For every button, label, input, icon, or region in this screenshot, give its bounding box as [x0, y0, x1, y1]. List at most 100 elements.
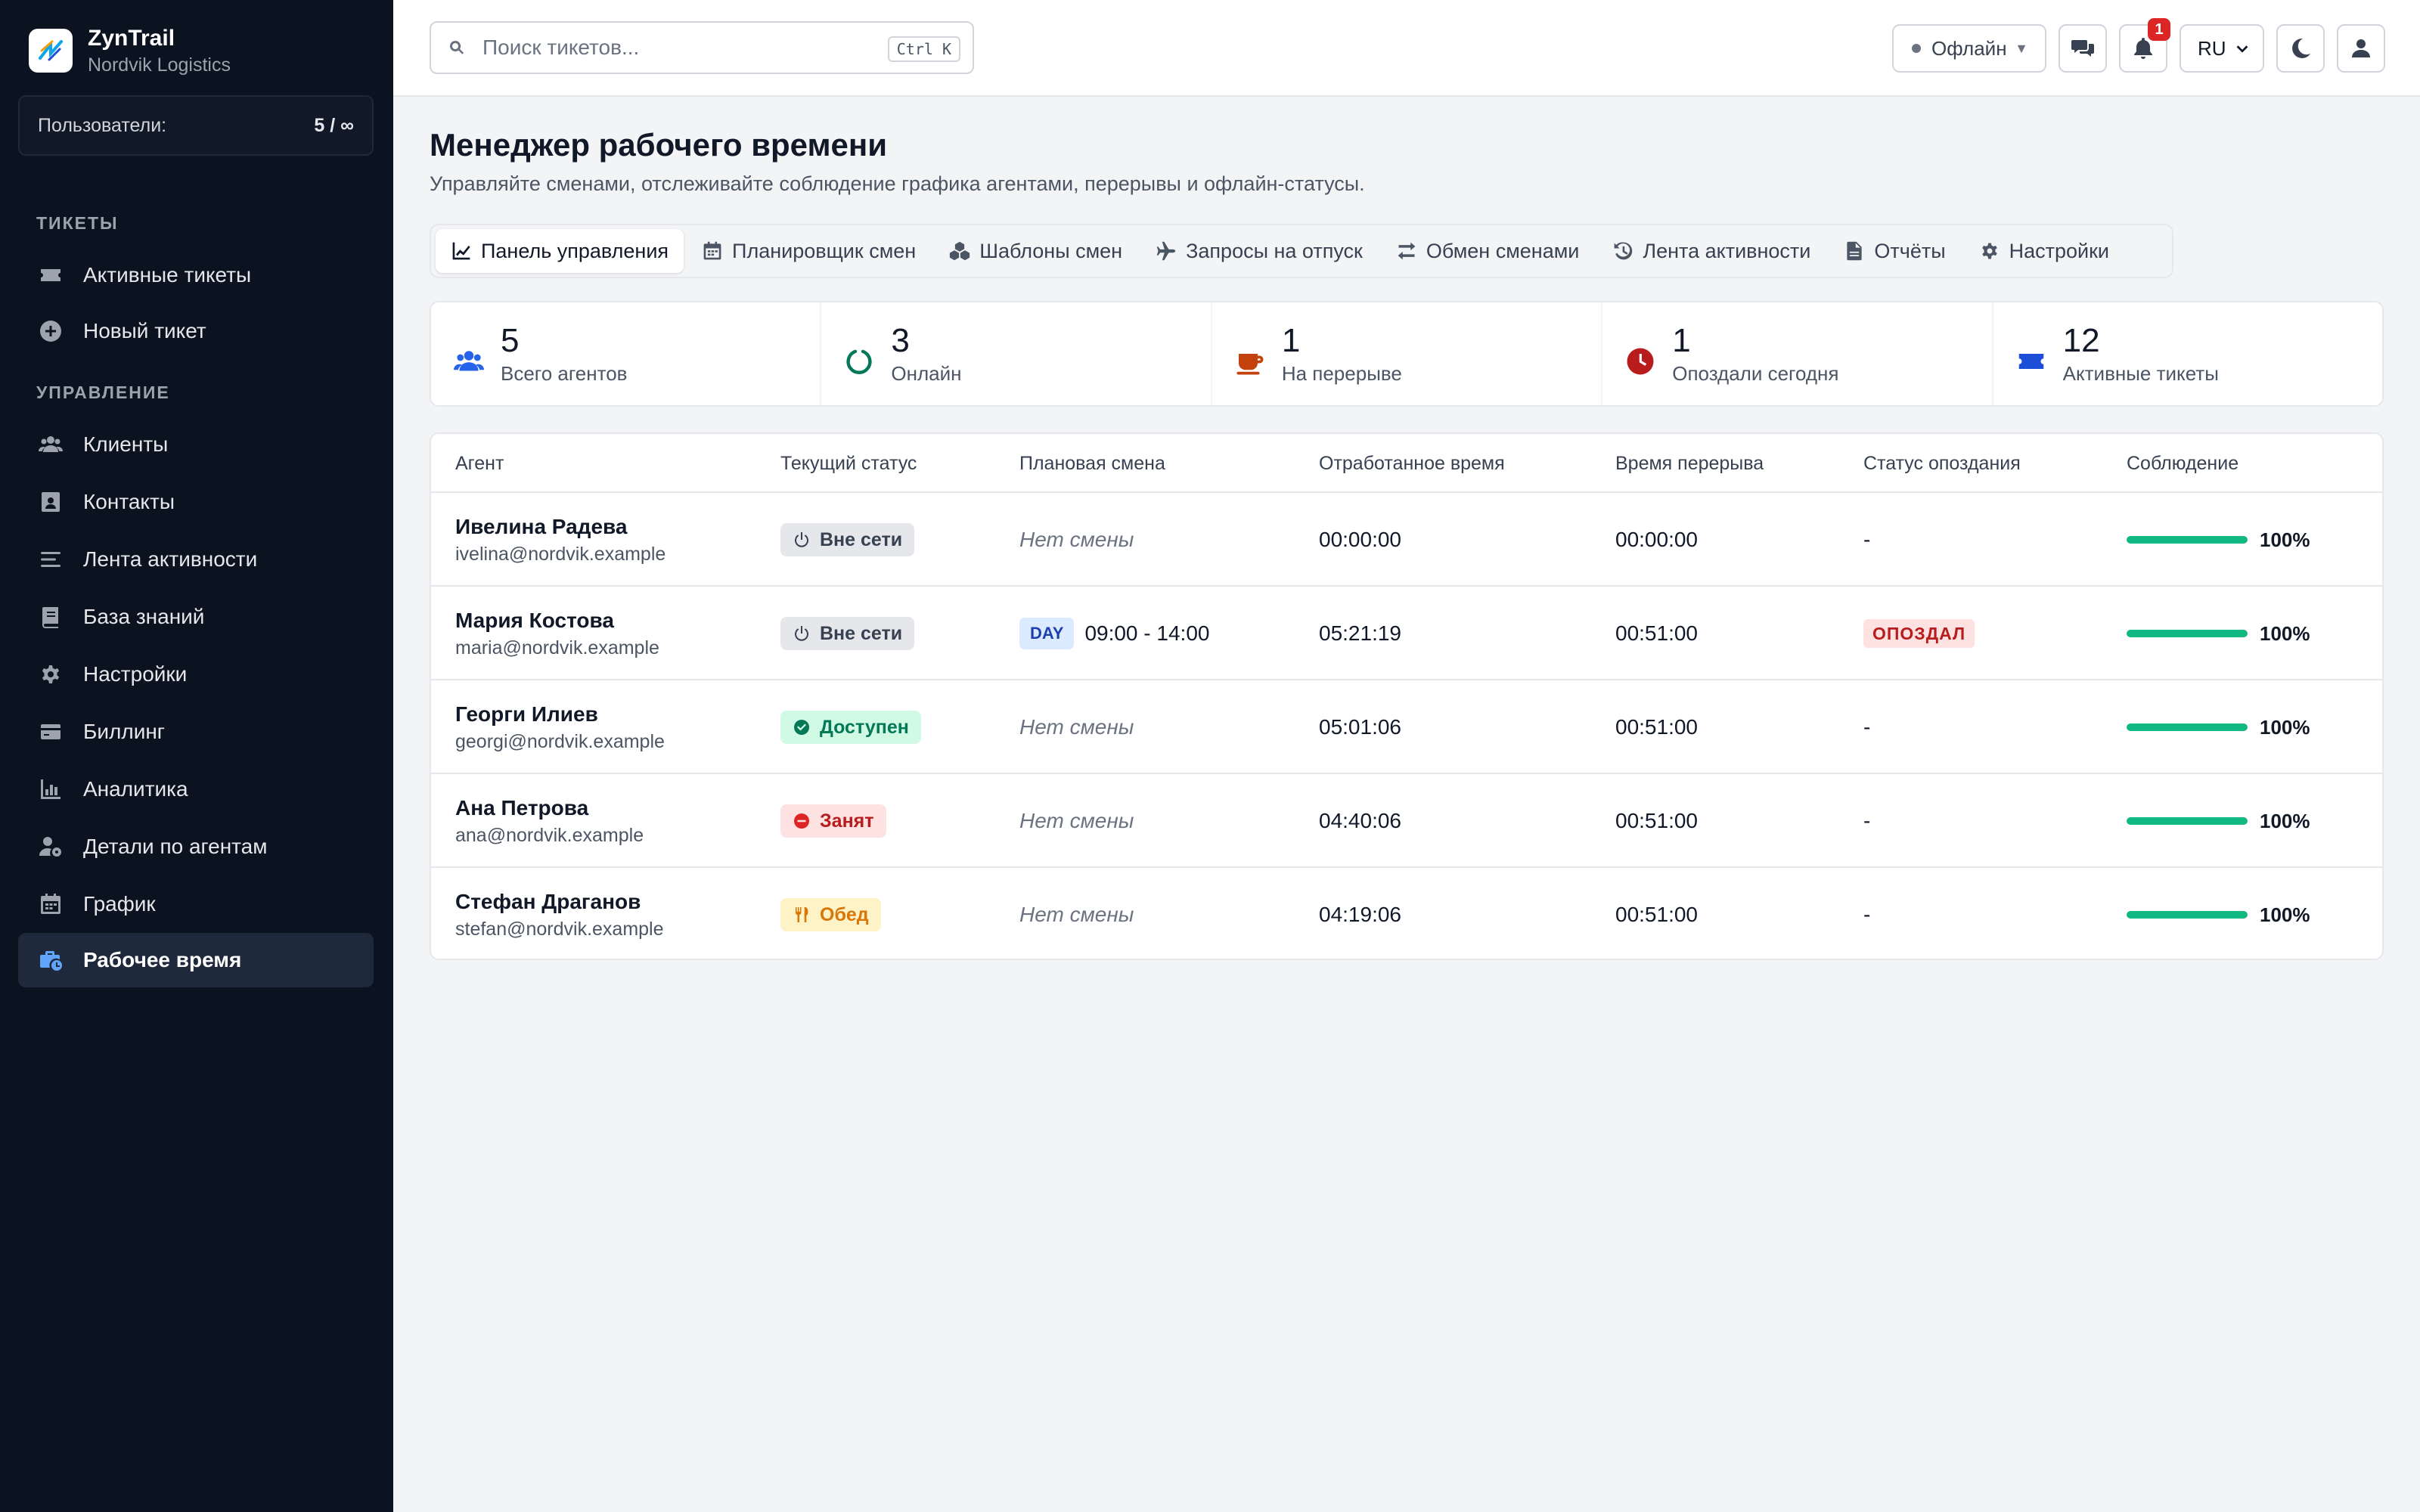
planned-shift: Нет смены — [1019, 903, 1134, 926]
page-title: Менеджер рабочего времени — [430, 127, 888, 163]
worked-time: 00:00:00 — [1319, 528, 1401, 551]
compliance-bar — [2127, 723, 2248, 731]
cubes-icon — [950, 241, 970, 261]
col-break-time: Время перерыва — [1615, 453, 1764, 474]
agent-email: georgi@nordvik.example — [455, 731, 665, 752]
sidebar-item-clients[interactable]: Клиенты — [18, 417, 374, 472]
search-box[interactable]: Ctrl K — [430, 21, 974, 74]
brand-org: Nordvik Logistics — [88, 54, 231, 76]
users-limit: Пользователи: 5 / ∞ — [18, 95, 374, 156]
profile-button[interactable] — [2337, 24, 2385, 73]
sidebar-item-billing[interactable]: Биллинг — [18, 705, 374, 759]
theme-toggle-button[interactable] — [2276, 24, 2325, 73]
sidebar-item-analytics[interactable]: Аналитика — [18, 762, 374, 816]
tab-label: Запросы на отпуск — [1186, 239, 1363, 262]
sidebar-item-new-ticket[interactable]: Новый тикет — [18, 304, 374, 358]
tab-activity-feed[interactable]: Лента активности — [1597, 229, 1826, 273]
brand-name: ZynTrail — [88, 26, 175, 51]
table-row[interactable]: Георги Илиев georgi@nordvik.example Дост… — [431, 680, 2382, 774]
col-compliance: Соблюдение — [2127, 453, 2239, 474]
compliance-bar-fill — [2127, 630, 2248, 637]
compliance-value: 100% — [2260, 903, 2310, 926]
sidebar-item-schedule[interactable]: График — [18, 877, 374, 931]
sidebar-item-label: График — [83, 892, 156, 916]
calendar-icon — [703, 241, 721, 260]
status-badge-label: Занят — [820, 810, 874, 832]
table-row[interactable]: Ивелина Радева ivelina@nordvik.example В… — [431, 493, 2382, 587]
agent-email: ivelina@nordvik.example — [455, 544, 666, 565]
col-planned-shift: Плановая смена — [1019, 453, 1165, 474]
presence-status-dropdown[interactable]: Офлайн ▼ — [1892, 24, 2046, 73]
status-badge: Обед — [780, 898, 881, 931]
stat-value: 12 — [2062, 322, 2100, 359]
planned-shift: Нет смены — [1019, 528, 1134, 551]
late-status-badge: ОПОЗДАЛ — [1863, 619, 1975, 648]
sidebar-item-knowledge-base[interactable]: База знаний — [18, 590, 374, 644]
stat-value: 1 — [1281, 322, 1301, 359]
compliance-bar-fill — [2127, 911, 2248, 919]
language-value: RU — [2198, 36, 2226, 60]
credit-card-icon — [38, 719, 64, 745]
notifications-badge: 1 — [2148, 18, 2170, 41]
break-time: 00:51:00 — [1615, 809, 1698, 832]
sidebar-item-work-time[interactable]: Рабочее время — [18, 933, 374, 987]
brand[interactable]: ZynTrail Nordvik Logistics — [29, 24, 231, 77]
tab-vacation-requests[interactable]: Запросы на отпуск — [1140, 229, 1378, 273]
sidebar: ZynTrail Nordvik Logistics Пользователи:… — [0, 0, 393, 1512]
nav-section-tickets: ТИКЕТЫ — [36, 213, 119, 233]
sidebar-item-settings[interactable]: Настройки — [18, 647, 374, 702]
break-time: 00:51:00 — [1615, 903, 1698, 926]
stats-bar: 5 Всего агентов 3 Онлайн 1 На перерыве 1… — [430, 301, 2384, 407]
users-icon — [38, 432, 64, 457]
power-icon — [795, 626, 808, 641]
search-input[interactable] — [482, 36, 876, 60]
notifications-button[interactable]: 1 — [2119, 18, 2170, 73]
agent-name: Мария Костова — [455, 609, 614, 632]
stat-value: 1 — [1672, 322, 1691, 359]
brand-logo-icon — [29, 29, 73, 73]
agents-table: Агент Текущий статус Плановая смена Отра… — [430, 432, 2384, 960]
table-row[interactable]: Мария Костова maria@nordvik.example Вне … — [431, 587, 2382, 680]
language-select[interactable]: RU — [2180, 24, 2264, 73]
tab-shift-planner[interactable]: Планировщик смен — [687, 229, 931, 273]
search-icon — [450, 40, 464, 54]
tab-shift-swap[interactable]: Обмен сменами — [1381, 229, 1595, 273]
sidebar-item-label: Лента активности — [83, 547, 258, 571]
late-status: - — [1863, 715, 1871, 739]
sidebar-item-agent-details[interactable]: Детали по агентам — [18, 820, 374, 874]
table-row[interactable]: Стефан Драганов stefan@nordvik.example О… — [431, 868, 2382, 959]
table-row[interactable]: Ана Петрова ana@nordvik.example Занят Не… — [431, 774, 2382, 868]
sidebar-item-active-tickets[interactable]: Активные тикеты — [18, 248, 374, 302]
chat-button[interactable] — [2059, 24, 2107, 73]
status-badge: Занят — [780, 804, 886, 838]
nav-section-management: УПРАВЛЕНИЕ — [36, 383, 170, 402]
worked-time: 04:40:06 — [1319, 809, 1401, 832]
compliance-value: 100% — [2260, 809, 2310, 832]
col-current-status: Текущий статус — [780, 453, 917, 474]
status-badge: Вне сети — [780, 523, 915, 556]
planned-shift: Нет смены — [1019, 715, 1134, 739]
tab-shift-templates[interactable]: Шаблоны смен — [934, 229, 1137, 273]
stat-active-tickets: 12 Активные тикеты — [1993, 302, 2382, 405]
agent-name: Ана Петрова — [455, 796, 589, 820]
sidebar-item-contacts[interactable]: Контакты — [18, 475, 374, 529]
break-time: 00:00:00 — [1615, 528, 1698, 551]
compliance-value: 100% — [2260, 528, 2310, 551]
tab-dashboard[interactable]: Панель управления — [436, 229, 684, 273]
gear-icon — [38, 662, 64, 687]
planned-shift: 09:00 - 14:00 — [1084, 621, 1210, 645]
table-header: Агент Текущий статус Плановая смена Отра… — [431, 434, 2382, 493]
sidebar-item-label: Рабочее время — [83, 948, 242, 971]
compliance-bar — [2127, 911, 2248, 919]
moon-icon — [2292, 38, 2310, 58]
plus-circle-icon — [38, 318, 64, 344]
stat-online: 3 Онлайн — [821, 302, 1212, 405]
worked-time: 05:21:19 — [1319, 621, 1401, 645]
tab-reports[interactable]: Отчёты — [1829, 229, 1960, 273]
user-icon — [2352, 39, 2370, 57]
sidebar-item-label: Настройки — [83, 662, 188, 686]
sidebar-item-activity-feed[interactable]: Лента активности — [18, 532, 374, 587]
break-time: 00:51:00 — [1615, 715, 1698, 739]
gear-icon — [1981, 243, 1997, 259]
tab-settings[interactable]: Настройки — [1964, 229, 2124, 273]
